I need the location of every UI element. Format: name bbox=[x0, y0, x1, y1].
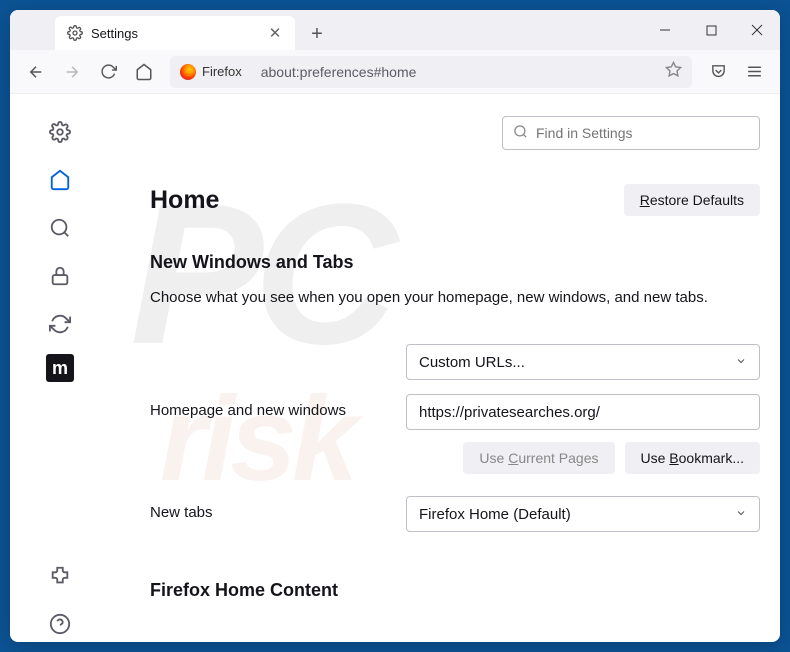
page-title: Home bbox=[150, 186, 219, 215]
section-new-windows-heading: New Windows and Tabs bbox=[150, 252, 760, 273]
sidebar-item-general[interactable] bbox=[42, 114, 78, 150]
firefox-badge: Firefox bbox=[180, 64, 251, 80]
app-menu-button[interactable] bbox=[738, 56, 770, 88]
close-tab-icon[interactable]: ✕ bbox=[267, 25, 283, 41]
tab-settings[interactable]: Settings ✕ bbox=[55, 16, 295, 50]
url-text: about:preferences#home bbox=[261, 64, 417, 80]
tab-title: Settings bbox=[91, 26, 138, 41]
pocket-button[interactable] bbox=[702, 56, 734, 88]
close-window-button[interactable] bbox=[734, 10, 780, 50]
newtabs-label: New tabs bbox=[150, 496, 406, 521]
settings-sidebar: m bbox=[10, 94, 110, 642]
sidebar-item-help[interactable] bbox=[42, 606, 78, 642]
forward-button[interactable] bbox=[56, 56, 88, 88]
homepage-label-text: Homepage and new windows bbox=[150, 394, 406, 419]
find-in-settings-input[interactable] bbox=[536, 125, 749, 141]
section-firefox-home-heading: Firefox Home Content bbox=[150, 580, 760, 601]
sidebar-item-privacy[interactable] bbox=[42, 258, 78, 294]
url-bar[interactable]: Firefox about:preferences#home bbox=[170, 56, 692, 88]
use-bookmark-button[interactable]: Use Bookmark... bbox=[625, 442, 761, 474]
tab-strip: Settings ✕ + bbox=[10, 10, 780, 50]
homepage-url-input[interactable] bbox=[406, 394, 760, 430]
bookmark-star-icon[interactable] bbox=[665, 61, 682, 83]
search-icon bbox=[513, 124, 528, 142]
sidebar-item-more[interactable]: m bbox=[46, 354, 74, 382]
sidebar-item-home[interactable] bbox=[42, 162, 78, 198]
new-tab-button[interactable]: + bbox=[301, 18, 333, 50]
use-current-pages-button[interactable]: Use Current Pages bbox=[463, 442, 614, 474]
chevron-down-icon bbox=[735, 506, 747, 523]
restore-defaults-button[interactable]: Restore Defaults bbox=[624, 184, 760, 216]
chevron-down-icon bbox=[735, 354, 747, 371]
newtabs-select[interactable]: Firefox Home (Default) bbox=[406, 496, 760, 532]
homepage-label bbox=[150, 344, 406, 352]
newtabs-value: Firefox Home (Default) bbox=[419, 506, 571, 523]
reload-button[interactable] bbox=[92, 56, 124, 88]
section-new-windows-desc: Choose what you see when you open your h… bbox=[150, 287, 760, 308]
home-button[interactable] bbox=[128, 56, 160, 88]
maximize-button[interactable] bbox=[688, 10, 734, 50]
find-in-settings[interactable] bbox=[502, 116, 760, 150]
gear-icon bbox=[67, 25, 83, 41]
homepage-mode-select[interactable]: Custom URLs... bbox=[406, 344, 760, 380]
firefox-logo-icon bbox=[180, 64, 196, 80]
settings-main: Home Restore Defaults New Windows and Ta… bbox=[110, 94, 780, 642]
minimize-button[interactable] bbox=[642, 10, 688, 50]
navigation-toolbar: Firefox about:preferences#home bbox=[10, 50, 780, 94]
sidebar-item-extensions[interactable] bbox=[42, 558, 78, 594]
homepage-mode-value: Custom URLs... bbox=[419, 354, 525, 371]
back-button[interactable] bbox=[20, 56, 52, 88]
urlbar-brand: Firefox bbox=[202, 64, 242, 79]
sidebar-item-sync[interactable] bbox=[42, 306, 78, 342]
sidebar-item-search[interactable] bbox=[42, 210, 78, 246]
